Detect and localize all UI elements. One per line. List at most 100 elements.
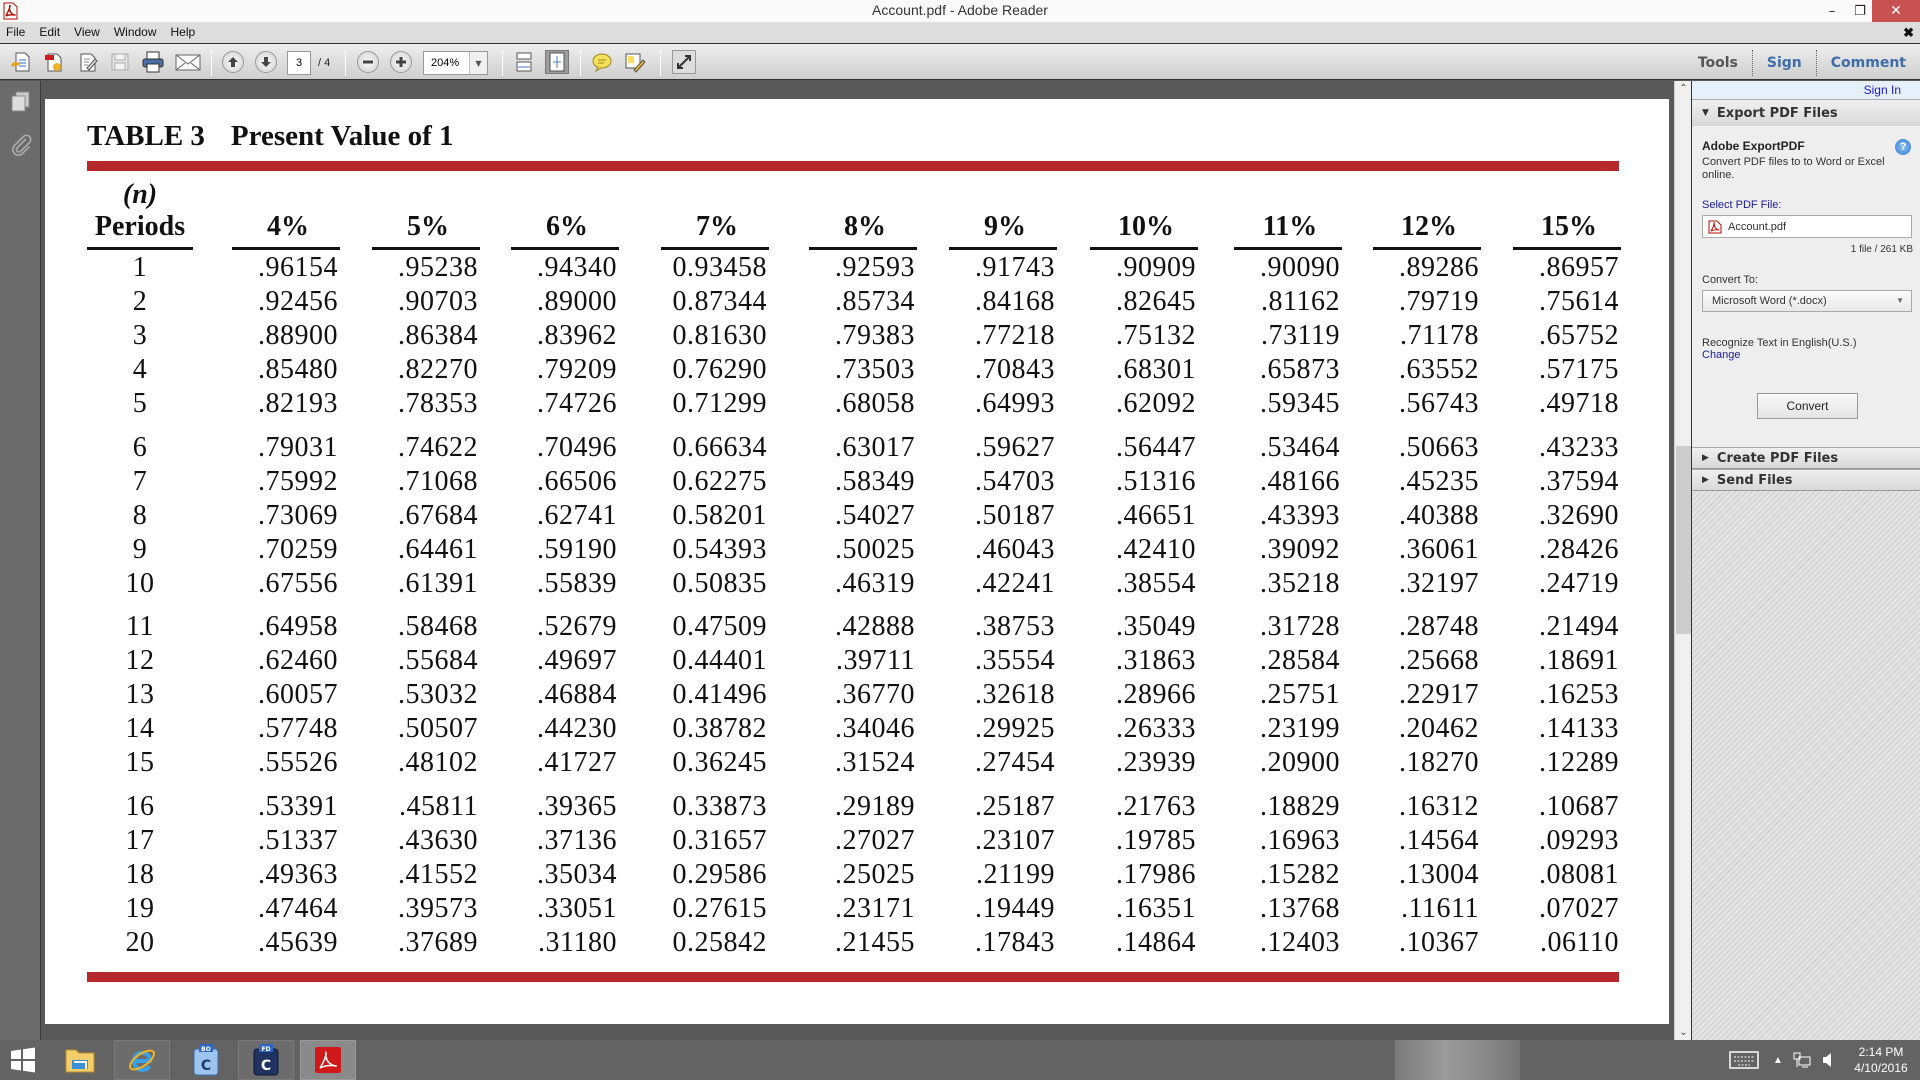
svg-text:BO: BO <box>201 1046 211 1053</box>
period-cell: 3 <box>132 320 148 352</box>
vertical-scrollbar[interactable]: ⌃ ⌄ <box>1674 81 1691 1040</box>
add-comment-button[interactable] <box>590 50 614 74</box>
menu-file[interactable]: File <box>0 22 32 43</box>
fit-page-button[interactable] <box>545 50 569 74</box>
tab-sign[interactable]: Sign <box>1753 49 1817 76</box>
tab-comment[interactable]: Comment <box>1817 50 1920 76</box>
tab-tools[interactable]: Tools <box>1684 49 1753 76</box>
scroll-up-icon[interactable]: ⌃ <box>1675 83 1692 94</box>
value-cell: .50663 <box>1399 431 1479 463</box>
value-cell: .48166 <box>1260 465 1340 497</box>
section-label: Export PDF Files <box>1716 105 1838 121</box>
value-cell: .62741 <box>537 499 617 531</box>
export-heading: Adobe ExportPDF <box>1702 139 1805 153</box>
save-button[interactable] <box>108 50 132 74</box>
convert-to-select[interactable]: Microsoft Word (*.docx) ▼ <box>1702 290 1912 312</box>
create-pdf-button[interactable] <box>9 50 33 74</box>
zoom-in-button[interactable] <box>389 50 413 74</box>
fit-width-button[interactable] <box>512 50 536 74</box>
maximize-button[interactable]: ❐ <box>1846 0 1874 22</box>
value-cell: .68058 <box>835 388 915 420</box>
taskbar-file-explorer[interactable] <box>52 1040 108 1080</box>
volume-icon[interactable] <box>1822 1040 1832 1080</box>
convert-button[interactable]: Convert <box>1757 393 1858 419</box>
export-pdf-section-header[interactable]: ▼ Export PDF Files <box>1692 99 1920 127</box>
arrow-up-icon <box>228 57 238 67</box>
zoom-level-select[interactable]: 204% ▼ <box>423 51 488 75</box>
value-cell: .37594 <box>1539 465 1619 497</box>
menu-window[interactable]: Window <box>107 22 164 43</box>
value-cell: .75132 <box>1116 320 1196 352</box>
zoom-out-button[interactable] <box>356 50 380 74</box>
value-cell: .42888 <box>835 611 915 642</box>
bottom-rule <box>87 972 1619 982</box>
svg-text:FD: FD <box>261 1046 270 1053</box>
menu-help[interactable]: Help <box>164 22 203 43</box>
value-cell: .79719 <box>1399 286 1479 318</box>
taskbar-fd-app[interactable]: FD C <box>238 1040 294 1080</box>
menu-view[interactable]: View <box>67 22 107 43</box>
close-document-icon[interactable]: ✖ <box>1903 25 1914 41</box>
combine-files-button[interactable] <box>42 50 66 74</box>
taskbar-adobe-reader[interactable] <box>300 1040 356 1080</box>
value-cell: .18829 <box>1260 790 1340 822</box>
chevron-down-icon[interactable]: ▼ <box>470 52 487 74</box>
value-cell: .63552 <box>1399 354 1479 386</box>
create-pdf-section-header[interactable]: ▶ Create PDF Files <box>1692 447 1920 469</box>
zoom-level-value[interactable]: 204% <box>424 52 470 74</box>
help-icon[interactable]: ? <box>1895 139 1911 155</box>
menu-edit[interactable]: Edit <box>32 22 67 43</box>
value-cell: .96154 <box>258 252 338 283</box>
send-files-section-header[interactable]: ▶ Send Files <box>1692 469 1920 491</box>
highlight-text-button[interactable] <box>623 50 647 74</box>
tools-pane: Sign In ▼ Export PDF Files Adobe ExportP… <box>1691 81 1920 1040</box>
value-cell: .91743 <box>975 252 1055 283</box>
internet-explorer-icon <box>129 1049 155 1073</box>
scroll-down-icon[interactable]: ⌄ <box>1675 1027 1692 1038</box>
print-button[interactable] <box>141 50 165 74</box>
value-cell: .67556 <box>258 567 338 599</box>
next-page-button[interactable] <box>254 50 278 74</box>
scrollbar-thumb[interactable] <box>1676 446 1691 634</box>
touch-keyboard-icon[interactable] <box>1729 1040 1759 1080</box>
value-cell: .35049 <box>1116 611 1196 642</box>
taskbar-bo-app[interactable]: BO C <box>178 1040 234 1080</box>
top-rule <box>87 161 1619 171</box>
value-cell: .39711 <box>836 645 915 677</box>
edit-document-button[interactable] <box>76 50 100 74</box>
value-cell: .86957 <box>1539 252 1619 283</box>
network-icon[interactable] <box>1793 1040 1811 1080</box>
attachments-icon[interactable] <box>9 133 33 157</box>
selected-file-field[interactable]: Account.pdf <box>1702 215 1912 238</box>
value-cell: 0.62275 <box>672 465 767 497</box>
value-cell: .34046 <box>835 713 915 745</box>
value-cell: 0.29586 <box>672 858 767 890</box>
page-number-input[interactable]: 3 <box>287 51 311 75</box>
value-cell: .79031 <box>258 431 338 463</box>
start-button[interactable] <box>0 1040 46 1080</box>
show-hidden-icons-icon[interactable]: ▲ <box>1773 1040 1783 1080</box>
system-clock[interactable]: 2:14 PM 4/10/2016 <box>1846 1044 1916 1076</box>
value-cell: .45811 <box>399 790 478 822</box>
value-cell: .31728 <box>1260 611 1340 642</box>
page-thumbnails-icon[interactable] <box>9 90 33 114</box>
period-cell: 7 <box>132 465 148 497</box>
previous-page-button[interactable] <box>221 50 245 74</box>
value-cell: .28966 <box>1116 679 1196 711</box>
taskbar-internet-explorer[interactable] <box>114 1040 170 1080</box>
minimize-button[interactable]: – <box>1818 0 1846 22</box>
bo-app-icon: BO C <box>193 1044 219 1076</box>
sign-in-link[interactable]: Sign In <box>1692 81 1920 99</box>
value-cell: .74726 <box>537 388 617 420</box>
email-button[interactable] <box>174 50 202 74</box>
value-cell: .14864 <box>1116 926 1196 958</box>
value-cell: .89286 <box>1399 252 1479 283</box>
close-button[interactable]: ✕ <box>1872 0 1920 22</box>
value-cell: .12289 <box>1539 747 1619 779</box>
triangle-right-icon: ▶ <box>1702 453 1709 463</box>
change-language-link[interactable]: Change <box>1702 349 1741 361</box>
column-header: 7% <box>696 211 738 242</box>
period-cell: 6 <box>132 431 148 463</box>
full-screen-button[interactable] <box>672 50 696 74</box>
period-cell: 11 <box>126 611 154 642</box>
